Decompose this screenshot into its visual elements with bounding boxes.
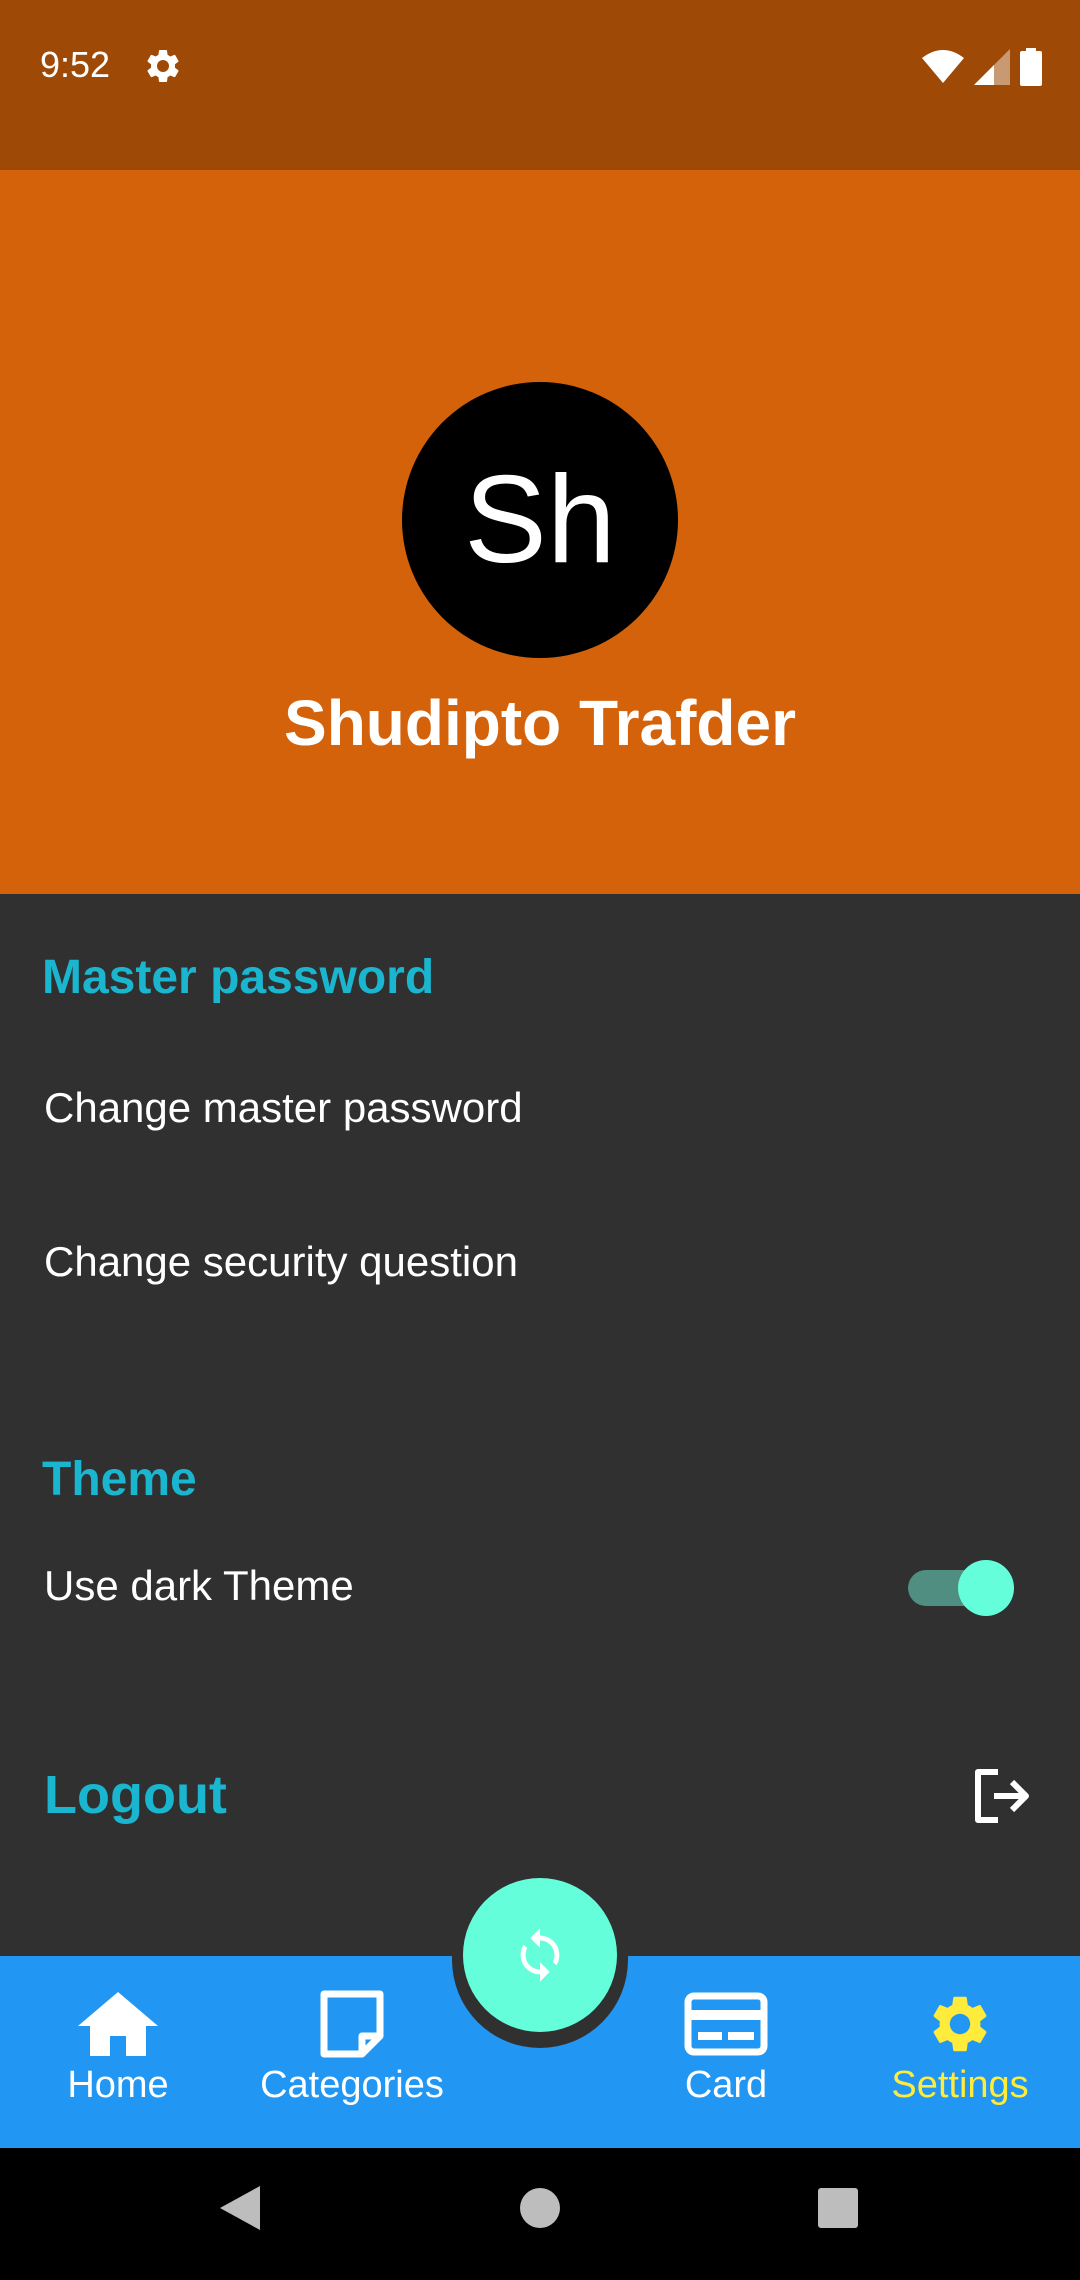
status-icons	[922, 48, 1042, 86]
settings-gear-icon	[147, 49, 179, 82]
user-name: Shudipto Trafder	[284, 687, 796, 759]
avatar[interactable]: Sh	[402, 382, 678, 658]
back-icon[interactable]	[218, 2184, 262, 2232]
section-title-theme: Theme	[42, 1453, 197, 1506]
nav-settings-label: Settings	[891, 2064, 1029, 2106]
avatar-initials: Sh	[464, 451, 616, 589]
dark-theme-label: Use dark Theme	[44, 1562, 354, 1609]
credit-card-icon	[684, 1992, 768, 2056]
sync-icon	[520, 1928, 560, 1982]
nav-home-label: Home	[67, 2064, 169, 2106]
status-time: 9:52	[40, 44, 111, 85]
status-bar: 9:52	[0, 0, 1080, 170]
home-icon	[78, 1992, 158, 2056]
recents-square-icon[interactable]	[816, 2184, 860, 2232]
nav-settings[interactable]: Settings	[850, 1990, 1070, 2120]
logout-icon[interactable]	[972, 1768, 1030, 1824]
nav-categories[interactable]: Categories	[242, 1990, 462, 2120]
logout-button[interactable]: Logout	[44, 1764, 227, 1826]
home-circle-icon[interactable]	[518, 2184, 562, 2232]
wifi-icon	[922, 50, 964, 83]
nav-card[interactable]: Card	[616, 1990, 836, 2120]
cell-signal-icon	[974, 49, 1010, 85]
section-title-master-password: Master password	[42, 951, 435, 1004]
sync-fab-button[interactable]	[463, 1878, 617, 2032]
nav-home[interactable]: Home	[8, 1990, 228, 2120]
toggle-thumb	[958, 1560, 1014, 1616]
nav-categories-label: Categories	[260, 2064, 444, 2106]
change-master-password-item[interactable]: Change master password	[44, 1084, 523, 1132]
change-security-question-item[interactable]: Change security question	[44, 1238, 518, 1286]
dark-theme-toggle[interactable]	[908, 1560, 1014, 1616]
profile-header: Sh Shudipto Trafder	[0, 170, 1080, 894]
gear-icon	[933, 1996, 987, 2052]
battery-icon	[1020, 48, 1042, 86]
nav-card-label: Card	[684, 2064, 768, 2106]
system-navigation-bar	[0, 2148, 1080, 2280]
note-icon	[320, 1990, 384, 2058]
